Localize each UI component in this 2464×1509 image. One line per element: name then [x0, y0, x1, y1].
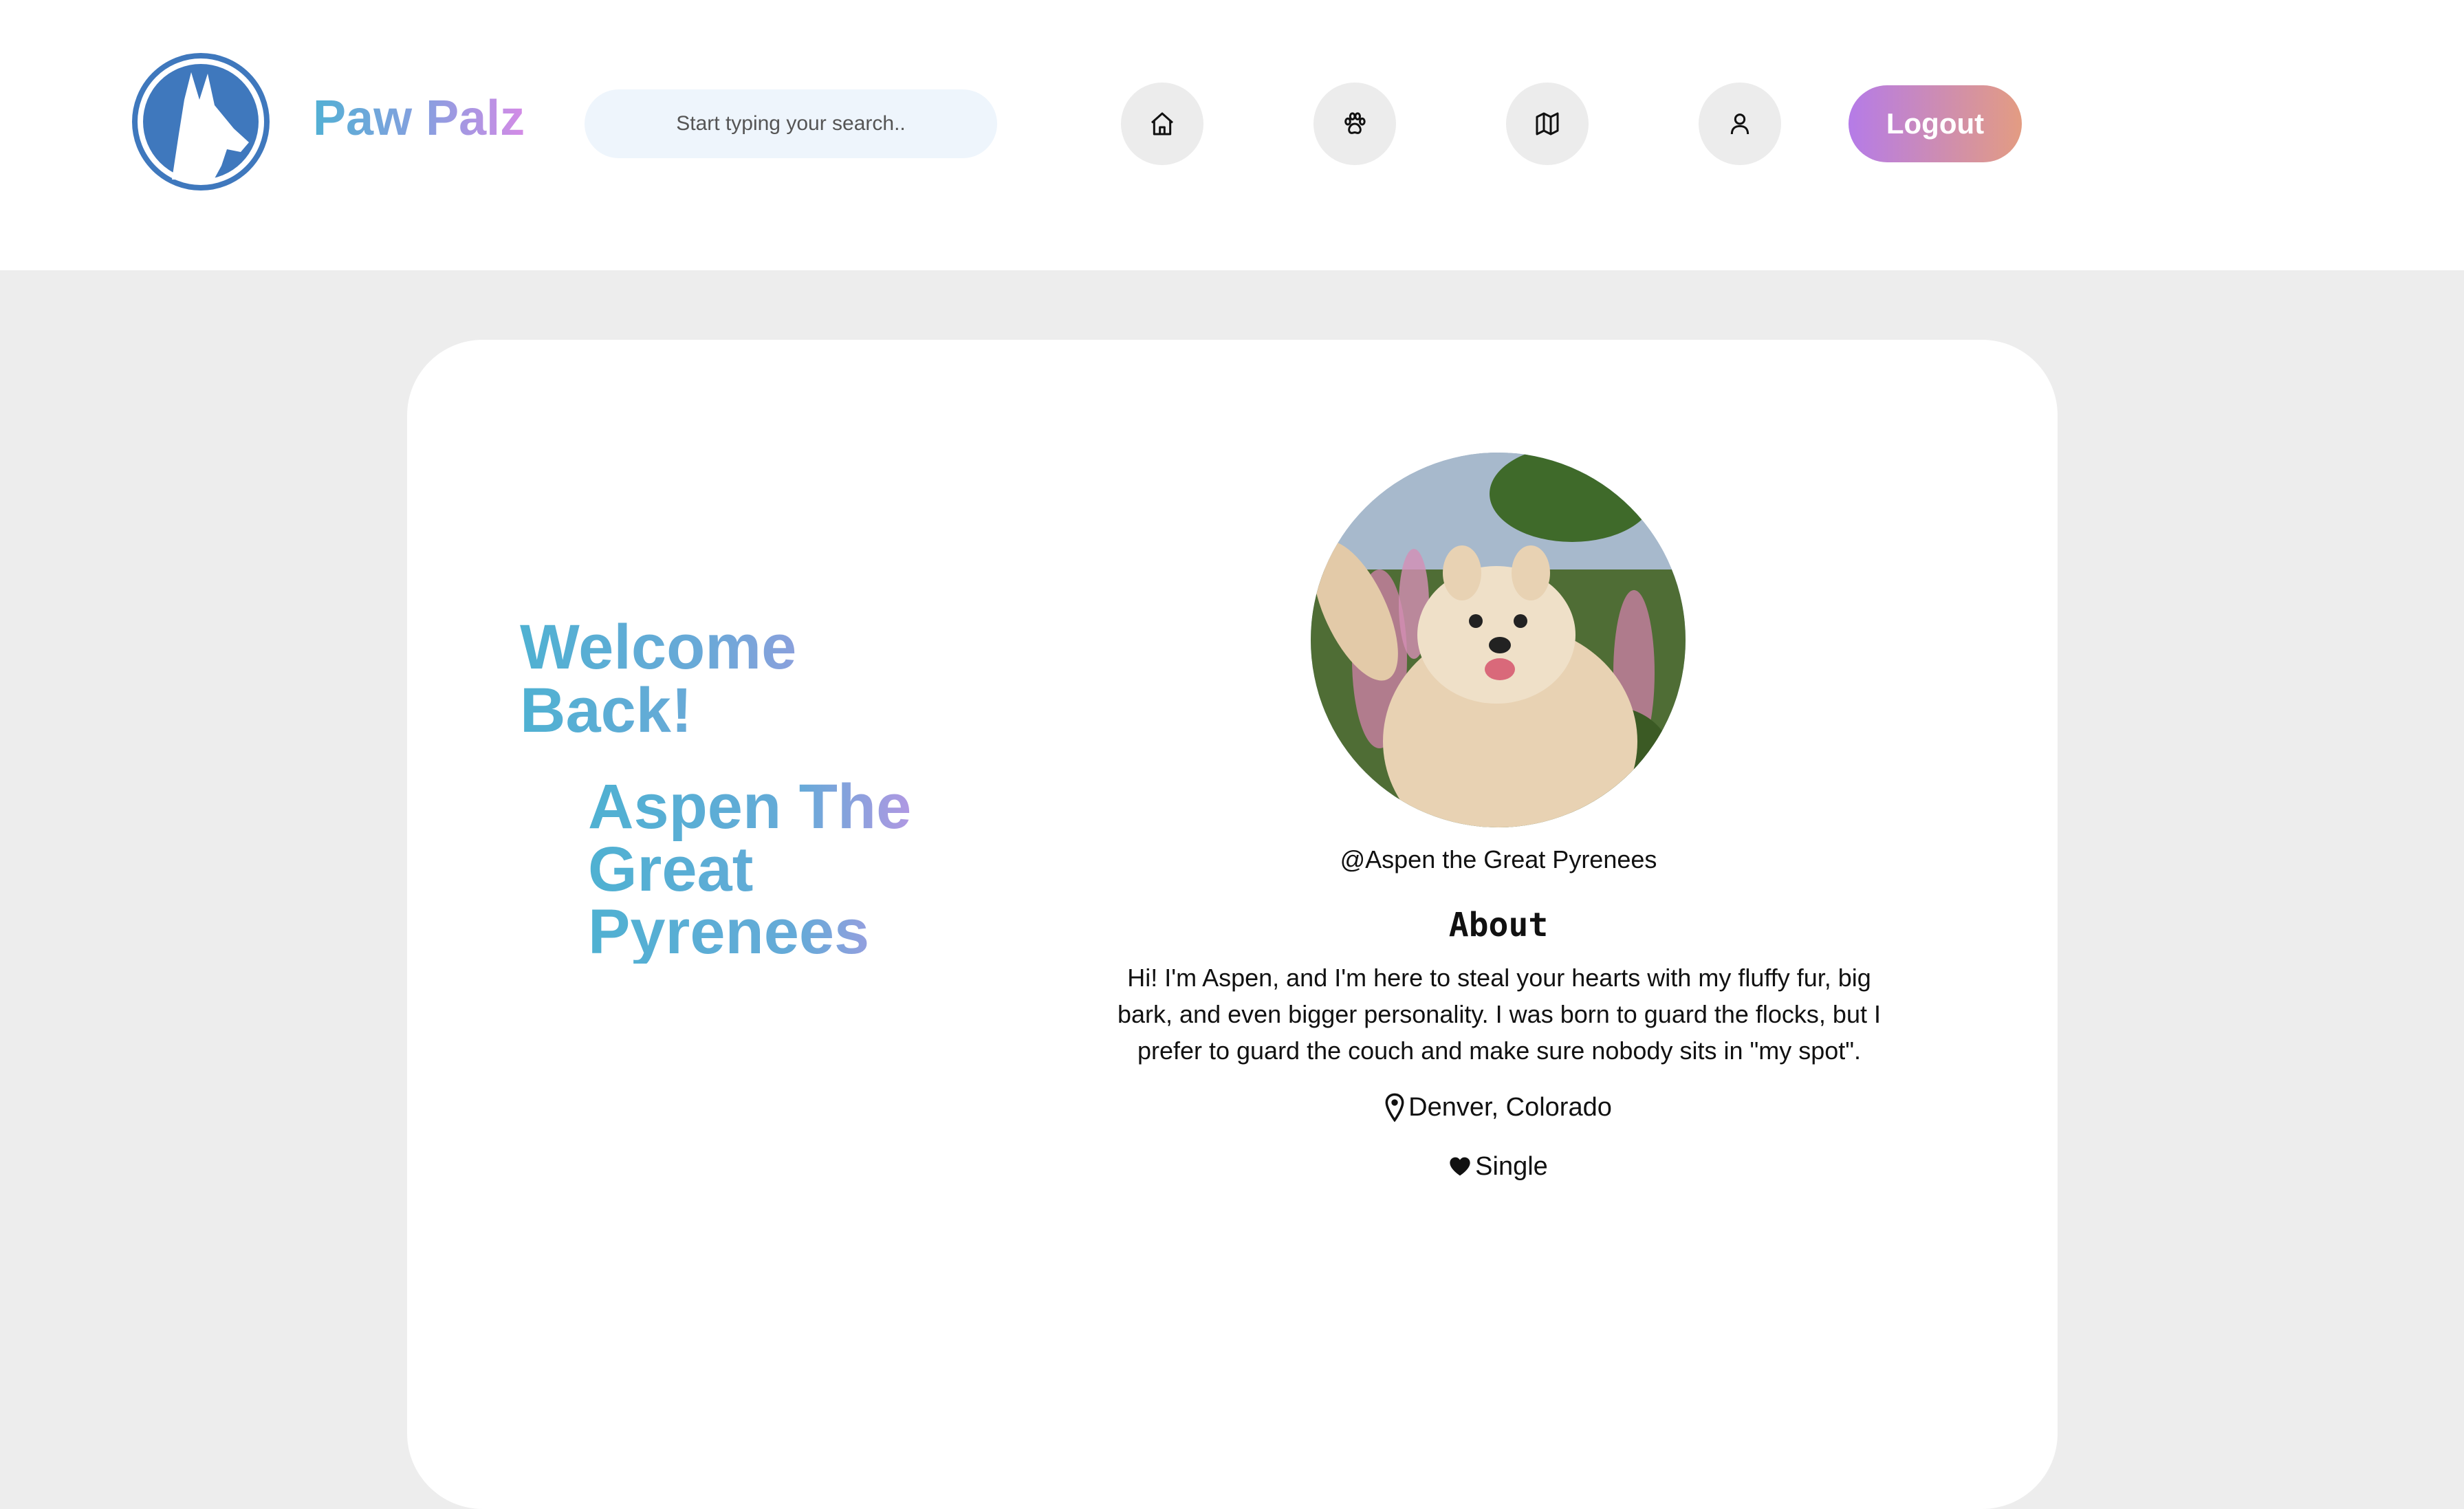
- about-text: Hi! I'm Aspen, and I'm here to steal you…: [1117, 964, 1881, 1065]
- profile-handle: @Aspen the Great Pyrenees: [1340, 845, 1657, 873]
- brand-name[interactable]: Paw Palz: [313, 84, 525, 153]
- search-input[interactable]: [585, 89, 997, 158]
- pets-button[interactable]: [1313, 83, 1396, 165]
- top-header: Paw Palz Logout: [0, 0, 2464, 270]
- location-row: Denver, Colorado: [1086, 1088, 1911, 1127]
- dog-name-heading: Aspen The Great Pyrenees: [588, 775, 973, 964]
- user-icon: [1730, 113, 1749, 135]
- about-title: About: [1448, 906, 1549, 944]
- map-icon: [1536, 112, 1559, 135]
- welcome-heading: Welcome Back!: [520, 616, 933, 742]
- profile-button[interactable]: [1699, 83, 1781, 165]
- dog-logo-icon[interactable]: [131, 52, 271, 192]
- home-button[interactable]: [1121, 83, 1203, 165]
- logout-button[interactable]: Logout: [1849, 85, 2022, 162]
- map-button[interactable]: [1506, 83, 1589, 165]
- paw-icon: [1344, 112, 1366, 134]
- relationship-status: Single: [1475, 1151, 1548, 1181]
- avatar: [1311, 453, 1686, 827]
- location-pin-icon: [1385, 1093, 1404, 1122]
- relationship-row: Single: [1086, 1147, 1911, 1186]
- home-icon: [1151, 112, 1173, 135]
- dog-photo: [1311, 453, 1686, 827]
- location-text: Denver, Colorado: [1408, 1092, 1612, 1122]
- heart-icon: [1450, 1157, 1470, 1176]
